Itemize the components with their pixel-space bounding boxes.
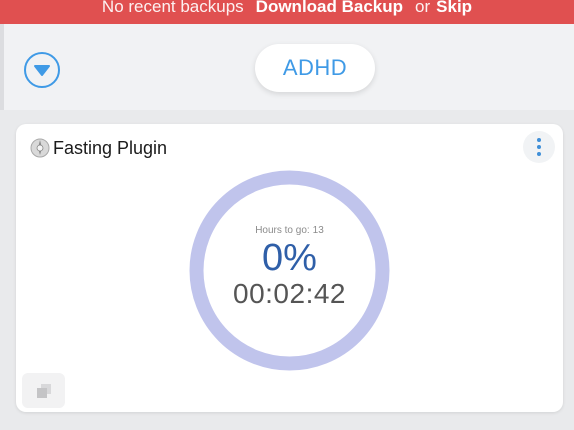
chevron-down-circle-icon [34, 65, 50, 76]
progress-percent: 0% [262, 237, 317, 279]
hours-to-go-value: 13 [312, 225, 324, 236]
backup-banner: No recent backups Download Backup or Ski… [0, 0, 574, 24]
card-title: Fasting Plugin [53, 138, 168, 158]
dropdown-button[interactable] [24, 52, 60, 88]
header: ADHD [0, 24, 574, 110]
profile-button[interactable]: ADHD [255, 44, 375, 92]
download-backup-link[interactable]: Download Backup [256, 0, 403, 16]
banner-message: No recent backups [101, 0, 244, 16]
corner-button[interactable] [22, 373, 65, 408]
plugin-card: Fasting Plugin Hours to go: 13 0% 00:02:4… [16, 124, 563, 412]
more-options-button[interactable] [523, 131, 555, 163]
progress-ring: Hours to go: 13 0% 00:02:42 [188, 169, 391, 372]
hours-to-go: Hours to go: 13 [255, 225, 324, 236]
more-vertical-icon [537, 138, 541, 156]
hours-to-go-label: Hours to go: [255, 225, 310, 236]
banner-or-text: or [415, 0, 431, 16]
plugin-icon [30, 138, 50, 158]
skip-link[interactable]: Skip [436, 0, 472, 16]
squares-icon [36, 383, 51, 398]
fasting-timer: 00:02:42 [233, 278, 346, 309]
